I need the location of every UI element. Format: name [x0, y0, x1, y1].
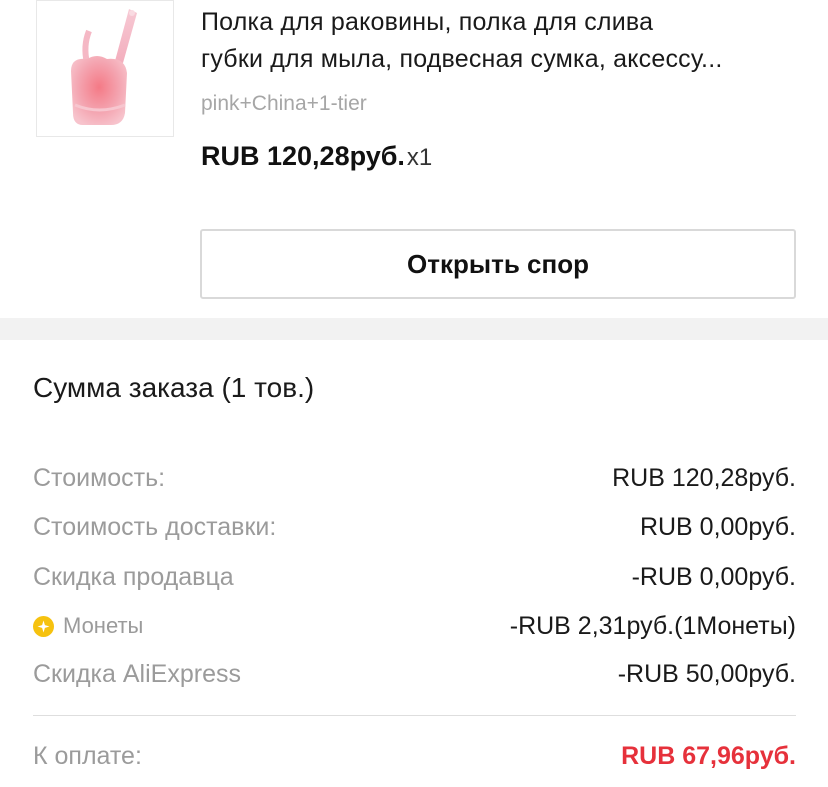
summary-row-label: Стоимость:	[33, 463, 166, 492]
summary-row-value: -RUB 2,31руб.(1Монеты)	[509, 611, 796, 640]
summary-row-value: -RUB 0,00руб.	[631, 562, 796, 591]
summary-row-seller-discount: Скидка продавца -RUB 0,00руб.	[33, 557, 796, 597]
summary-row-total: К оплате: RUB 67,96руб.	[33, 736, 796, 776]
quantity: x1	[406, 144, 433, 171]
coins-label-group: Монеты	[33, 613, 143, 639]
summary-divider	[33, 715, 796, 716]
section-divider	[0, 318, 828, 340]
product-title[interactable]: Полка для раковины, полка для слива губк…	[201, 4, 801, 78]
total-value: RUB 67,96руб.	[621, 741, 796, 770]
summary-row-value: -RUB 50,00руб.	[617, 659, 796, 688]
summary-row-value: RUB 120,28руб.	[612, 463, 796, 492]
product-title-line-2: губки для мыла, подвесная сумка, аксессу…	[201, 45, 723, 73]
open-dispute-button[interactable]: Открыть спор	[200, 229, 796, 299]
summary-row-value: RUB 0,00руб.	[639, 512, 796, 541]
summary-row-coins: Монеты -RUB 2,31руб.(1Монеты)	[33, 606, 796, 646]
order-summary-title: Сумма заказа (1 тов.)	[33, 372, 315, 403]
product-title-line-1: Полка для раковины, полка для слива	[201, 8, 654, 36]
summary-row-label: Скидка AliExpress	[33, 659, 241, 688]
product-price: RUB 120,28руб.x1	[201, 141, 432, 172]
summary-row-label: Скидка продавца	[33, 562, 234, 591]
summary-row-label: Монеты	[63, 613, 144, 638]
summary-row-shipping: Стоимость доставки: RUB 0,00руб.	[33, 507, 796, 547]
pink-hanging-soap-basket-image	[71, 9, 137, 125]
price-value: RUB 120,28руб.	[201, 141, 405, 171]
summary-row-cost: Стоимость: RUB 120,28руб.	[33, 458, 796, 498]
order-item: Полка для раковины, полка для слива губк…	[0, 0, 828, 318]
product-variant: pink+China+1-tier	[201, 92, 367, 115]
total-label: К оплате:	[33, 741, 142, 770]
order-summary: Сумма заказа (1 тов.) Стоимость: RUB 120…	[0, 340, 828, 787]
summary-row-label: Стоимость доставки:	[33, 512, 277, 541]
product-image[interactable]	[36, 0, 174, 137]
coin-icon	[33, 615, 54, 637]
summary-row-aliexpress-discount: Скидка AliExpress -RUB 50,00руб.	[33, 654, 796, 694]
